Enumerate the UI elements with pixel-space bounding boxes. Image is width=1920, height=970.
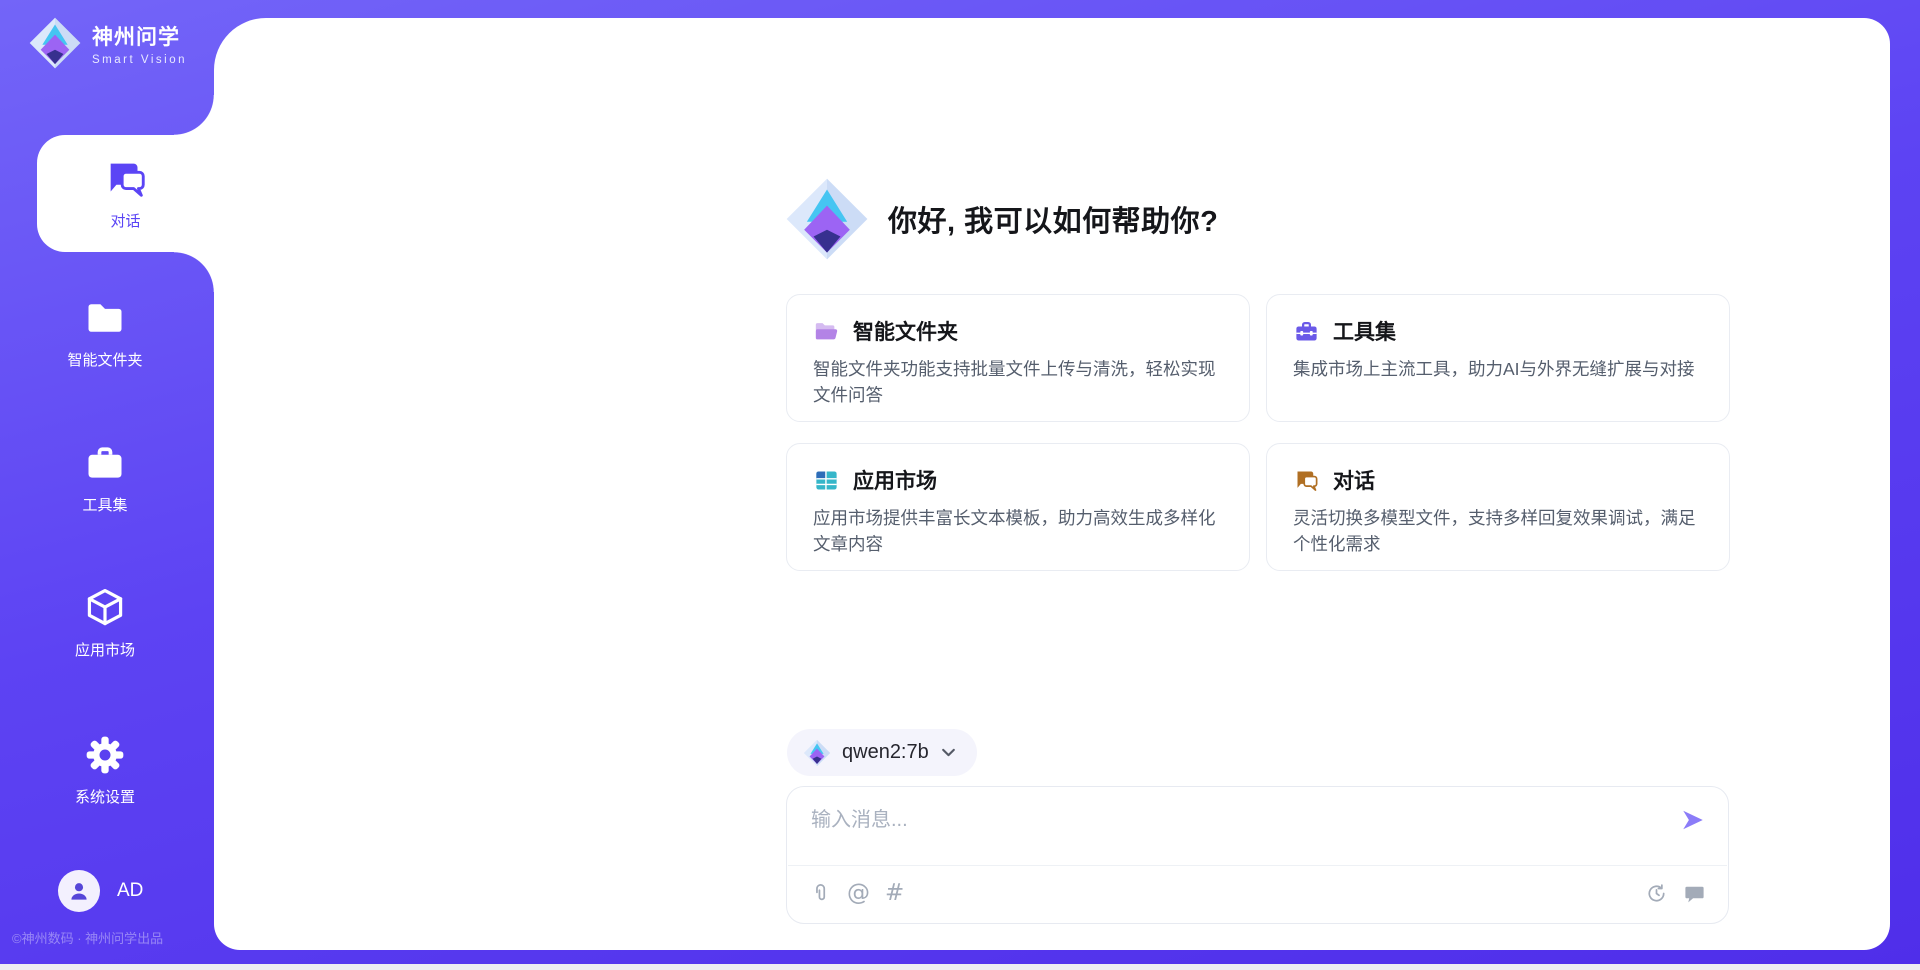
- card-description: 应用市场提供丰富长文本模板，助力高效生成多样化文章内容: [813, 505, 1223, 558]
- new-chat-button[interactable]: [1683, 882, 1706, 905]
- attach-file-button[interactable]: [809, 882, 832, 905]
- chevron-down-icon: [940, 744, 957, 761]
- diamond-logo-icon: [784, 176, 870, 262]
- send-button[interactable]: [1680, 807, 1706, 833]
- greeting-title: 你好, 我可以如何帮助你?: [888, 198, 1218, 240]
- folder-icon: [83, 296, 127, 340]
- brand-subtitle: Smart Vision: [92, 54, 187, 66]
- chat-icon: [1293, 467, 1320, 494]
- copyright-text: ©神州数码 · 神州问学出品: [12, 928, 163, 947]
- hash-icon: #: [885, 882, 904, 905]
- sidebar-item-app-market[interactable]: 应用市场: [20, 586, 190, 660]
- history-button[interactable]: [1645, 882, 1668, 905]
- diamond-logo-icon: [28, 16, 82, 70]
- sidebar-item-label: 对话: [110, 210, 140, 231]
- card-description: 集成市场上主流工具，助力AI与外界无缝扩展与对接: [1293, 356, 1703, 382]
- folder-open-icon: [813, 318, 840, 345]
- message-composer: @ #: [786, 786, 1729, 924]
- greeting-block: 你好, 我可以如何帮助你?: [784, 176, 1218, 262]
- horizontal-scrollbar[interactable]: [0, 964, 1920, 970]
- composer-toolbar: @ #: [787, 864, 1728, 923]
- paperclip-icon: [809, 882, 832, 905]
- message-input[interactable]: [811, 803, 1661, 861]
- user-name: AD: [117, 880, 143, 902]
- model-selector[interactable]: qwen2:7b: [787, 729, 977, 776]
- card-toolset[interactable]: 工具集 集成市场上主流工具，助力AI与外界无缝扩展与对接: [1266, 294, 1730, 422]
- brand-name: 神州问学: [92, 21, 187, 51]
- sidebar-item-chat[interactable]: 对话: [37, 135, 214, 252]
- card-title: 对话: [1333, 465, 1375, 495]
- sidebar-item-label: 智能文件夹: [67, 349, 142, 370]
- card-title: 智能文件夹: [853, 316, 958, 346]
- sidebar-item-smart-folder[interactable]: 智能文件夹: [20, 296, 190, 370]
- sidebar-item-toolset[interactable]: 工具集: [20, 441, 190, 515]
- card-title: 应用市场: [853, 465, 937, 495]
- feature-cards: 智能文件夹 智能文件夹功能支持批量文件上传与清洗，轻松实现文件问答 工具集 集成…: [786, 294, 1730, 571]
- avatar: [58, 870, 100, 912]
- history-icon: [1645, 882, 1668, 905]
- user-account[interactable]: AD: [58, 870, 143, 912]
- card-title: 工具集: [1333, 316, 1396, 346]
- toolbox-icon: [1293, 318, 1320, 345]
- chat-bubble-icon: [1683, 882, 1706, 905]
- send-icon: [1680, 807, 1706, 833]
- chat-icon: [103, 156, 149, 202]
- card-description: 智能文件夹功能支持批量文件上传与清洗，轻松实现文件问答: [813, 356, 1223, 409]
- sidebar-item-label: 工具集: [82, 494, 127, 515]
- mention-button[interactable]: @: [847, 882, 870, 905]
- grid-icon: [813, 467, 840, 494]
- cube-icon: [83, 586, 127, 630]
- sidebar-item-settings[interactable]: 系统设置: [20, 733, 190, 807]
- card-app-market[interactable]: 应用市场 应用市场提供丰富长文本模板，助力高效生成多样化文章内容: [786, 443, 1250, 571]
- gear-icon: [83, 733, 127, 777]
- model-name: qwen2:7b: [842, 741, 929, 764]
- sidebar-item-label: 应用市场: [75, 639, 135, 660]
- toolbox-icon: [83, 441, 127, 485]
- at-icon: @: [847, 882, 870, 905]
- card-smart-folder[interactable]: 智能文件夹 智能文件夹功能支持批量文件上传与清洗，轻松实现文件问答: [786, 294, 1250, 422]
- sidebar-item-label: 系统设置: [75, 786, 135, 807]
- card-chat[interactable]: 对话 灵活切换多模型文件，支持多样回复效果调试，满足个性化需求: [1266, 443, 1730, 571]
- diamond-logo-icon: [803, 739, 831, 767]
- card-description: 灵活切换多模型文件，支持多样回复效果调试，满足个性化需求: [1293, 505, 1703, 558]
- topic-button[interactable]: #: [885, 882, 904, 905]
- main-panel: 你好, 我可以如何帮助你? 智能文件夹 智能文件夹功能支持批量文件上传与清洗，轻…: [214, 18, 1890, 950]
- person-icon: [66, 878, 92, 904]
- brand-logo-block: 神州问学 Smart Vision: [28, 16, 187, 70]
